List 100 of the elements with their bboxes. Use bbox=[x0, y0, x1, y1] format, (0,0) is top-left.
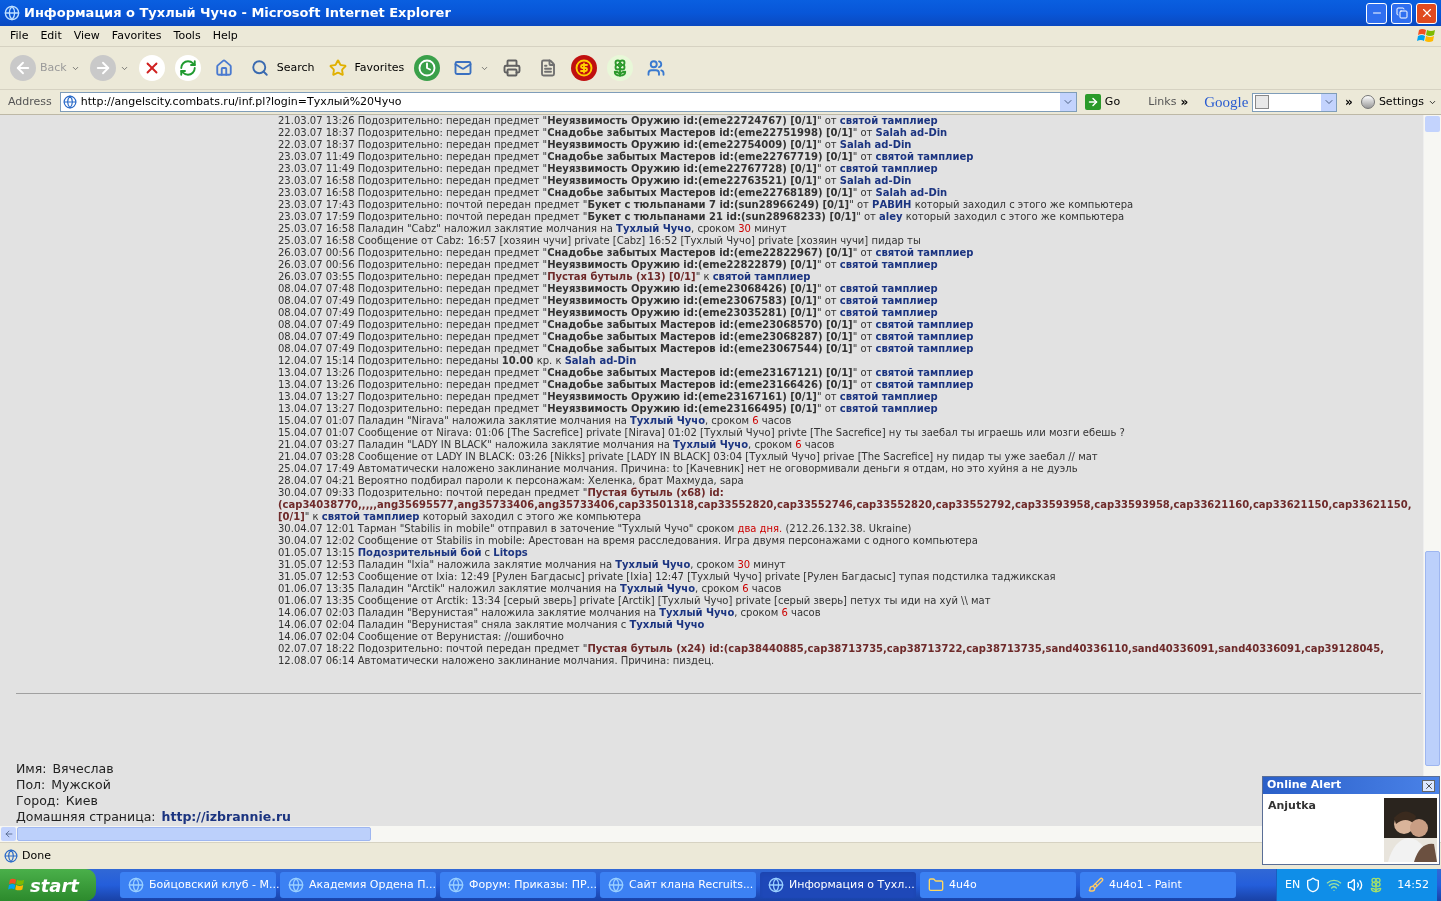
log-entry: 08.04.07 07:48 Подозрительно: передан предмет "Неуязвимость Оружию id:(eme23068426) [0/1]" от святой тамплиер bbox=[278, 283, 938, 295]
search-button[interactable]: Search bbox=[244, 51, 317, 85]
shield-icon[interactable] bbox=[1305, 877, 1322, 893]
history-icon bbox=[414, 55, 441, 81]
player-link[interactable]: святой тамплиер bbox=[839, 403, 938, 414]
log-entry: (cap34038770,,,,,ang35695577,ang35733406,ang35733406,cap33501318,cap33552820,cap33552746,cap33552820,cap33552792,cap33593958,cap33593958,cap33621160,cap33621150,cap33621150, bbox=[278, 499, 1412, 511]
log-entry: 01.06.07 13:35 Сообщение от Arctik: 13:34 [серый зверь] private [Arctik] [Тухлый Чучо] private [серый зверь] петух ты иди на хуй \\ мат bbox=[278, 595, 991, 607]
windows-logo-icon bbox=[1417, 27, 1437, 45]
player-link[interactable]: святой тамплиер bbox=[839, 115, 938, 126]
minimize-button[interactable] bbox=[1366, 2, 1387, 24]
dropdown-button[interactable] bbox=[1321, 93, 1337, 111]
menu-item[interactable]: Edit bbox=[34, 27, 68, 45]
taskbar-item[interactable]: 4u4o1 - Paint bbox=[1080, 872, 1236, 898]
player-link[interactable]: святой тамплиер bbox=[839, 163, 938, 174]
scroll-thumb[interactable] bbox=[17, 827, 371, 841]
forward-icon bbox=[89, 55, 116, 81]
brush-icon bbox=[1088, 877, 1104, 893]
taskbar-item[interactable]: Сайт клана Recruits... bbox=[600, 872, 756, 898]
log-entry: 08.04.07 07:49 Подозрительно: передан предмет "Неуязвимость Оружию id:(eme23035281) [0/1]" от святой тамплиер bbox=[278, 307, 938, 319]
restore-icon bbox=[1395, 7, 1408, 19]
player-link[interactable]: святой тамплиер bbox=[875, 331, 974, 342]
log-entry: 25.04.07 17:49 Автоматически наложено заклинание молчания. Причина: to [Качевник] нет не оговормивали деньги я отдам, но это хуйня а не дуэль bbox=[278, 463, 1078, 475]
taskbar-item[interactable]: Академия Ордена П... bbox=[280, 872, 436, 898]
go-button[interactable]: Go bbox=[1080, 93, 1125, 111]
restore-button[interactable] bbox=[1391, 2, 1412, 24]
player-link[interactable]: святой тамплиер bbox=[875, 379, 974, 390]
player-link[interactable]: святой тамплиер bbox=[875, 151, 974, 162]
settings-button[interactable]: Settings bbox=[1360, 93, 1437, 111]
player-link[interactable]: святой тамплиер bbox=[875, 247, 974, 258]
favorites-button[interactable]: Favorites bbox=[322, 51, 407, 85]
menu-item[interactable]: Help bbox=[206, 27, 244, 45]
links-label[interactable]: Links bbox=[1148, 93, 1177, 111]
player-link[interactable]: святой тамплиер bbox=[839, 307, 938, 318]
log-entry: 21.04.07 03:28 Сообщение от LADY IN BLACK: 03:26 [Nikks] private [LADY IN BLACK] 03:04 [Тухлый Чучо] privae [The Sacrefice] ну пидар ты уже заебал // мат bbox=[278, 451, 1098, 463]
google-logo: Google bbox=[1204, 92, 1249, 112]
chevron-button[interactable]: » bbox=[1180, 93, 1189, 111]
log-entry: 23.03.07 11:49 Подозрительно: передан предмет "Неуязвимость Оружию id:(eme22767728) [0/1]" от святой тамплиер bbox=[278, 163, 938, 175]
player-link[interactable]: РАВИН bbox=[872, 199, 912, 210]
google-search-field[interactable] bbox=[1252, 92, 1338, 112]
network-icon[interactable] bbox=[1326, 877, 1343, 893]
profile-value: Киев bbox=[65, 793, 98, 809]
log-entry: 28.04.07 04:21 Вероятно подбирал пароли к персонажам: Хеленка, брат Махмуда, sapa bbox=[278, 475, 744, 487]
log-entry: 13.04.07 13:26 Подозрительно: передан предмет "Снадобье забытых Мастеров id:(eme23166426) [0/1]" от святой тамплиер bbox=[278, 379, 974, 391]
start-button[interactable]: start bbox=[0, 869, 96, 901]
player-link[interactable]: святой тамплиер bbox=[875, 343, 974, 354]
player-link[interactable]: святой тамплиер bbox=[839, 259, 938, 270]
player-link[interactable]: Salah ad-Din bbox=[564, 355, 637, 366]
player-link[interactable]: Salah ad-Din bbox=[839, 175, 912, 186]
log-entry: 12.08.07 06:14 Автоматически наложено заклинание молчания. Причина: пиздец. bbox=[278, 655, 715, 667]
volume-icon[interactable] bbox=[1347, 877, 1364, 893]
vertical-scrollbar[interactable] bbox=[1423, 115, 1441, 826]
player-link[interactable]: святой тамплиер bbox=[839, 283, 938, 294]
chevron-button[interactable]: » bbox=[1345, 93, 1353, 111]
log-entry: 30.04.07 12:01 Тарман "Stabilis in mobile" отправил в заточение "Тухлый Чучо" сроком два дня. (212.26.132.38. Ukraine) bbox=[278, 523, 912, 535]
log-entry: 31.05.07 12:53 Паладин "Ixia" наложила заклятие молчания на Тухлый Чучо, сроком 30 минут bbox=[278, 559, 786, 571]
player-link[interactable]: Тухлый Чучо bbox=[629, 619, 705, 630]
player-link[interactable]: святой тамплиер bbox=[839, 391, 938, 402]
player-link[interactable]: Тухлый Чучо bbox=[630, 415, 705, 426]
log-entry: 25.03.07 16:58 Паладин "Cabz" наложил заклятие молчания на Тухлый Чучо, сроком 30 минут bbox=[278, 223, 787, 235]
taskbar-item[interactable]: 4u4o bbox=[920, 872, 1076, 898]
homepage-link[interactable]: http://izbrannie.ru bbox=[161, 809, 291, 825]
browser-icon bbox=[128, 877, 144, 893]
player-link[interactable]: святой тамплиер bbox=[321, 511, 420, 522]
stop-icon bbox=[138, 55, 165, 81]
taskbar-item[interactable]: Форум: Приказы: ПР... bbox=[440, 872, 596, 898]
alert-title: Online Alert bbox=[1267, 777, 1342, 794]
player-link[interactable]: Salah ad-Din bbox=[875, 127, 948, 138]
player-link[interactable]: aley bbox=[879, 211, 903, 222]
log-entry: 23.03.07 17:59 Подозрительно: почтой передан предмет "Букет с тюльпанами 21 id:(sun28968233) [0/1]" от aley который заходил с этого же компьютера bbox=[278, 211, 1125, 223]
browser-icon bbox=[768, 877, 784, 893]
browser-icon bbox=[608, 877, 624, 893]
player-link[interactable]: Litops bbox=[493, 547, 528, 558]
player-link[interactable]: святой тамплиер bbox=[875, 319, 974, 330]
close-icon bbox=[1423, 780, 1434, 791]
page-icon bbox=[4, 849, 18, 863]
log-entry: 01.05.07 13:15 Подозрительный бой с Litops bbox=[278, 547, 528, 559]
fight-link[interactable]: Подозрительный бой bbox=[357, 547, 482, 558]
scroll-thumb[interactable] bbox=[1425, 551, 1440, 766]
profile-label: Город: bbox=[16, 793, 60, 809]
player-link[interactable]: Salah ad-Din bbox=[839, 139, 912, 150]
scroll-left-button[interactable] bbox=[1, 827, 16, 841]
log-entry: 22.03.07 18:37 Подозрительно: передан предмет "Неуязвимость Оружию id:(eme22754009) [0/1]" от Salah ad-Din bbox=[278, 139, 912, 151]
dropdown-button[interactable] bbox=[1059, 93, 1076, 111]
log-entry: 21.03.07 13:26 Подозрительно: передан предмет "Неуязвимость Оружию id:(eme22724767) [0/1]" от святой тамплиер bbox=[278, 115, 938, 127]
log-entry: 23.03.07 17:43 Подозрительно: почтой передан предмет "Букет с тюльпанами 7 id:(sun28966249) [0/1]" от РАВИН который заходил с этого же компьютера bbox=[278, 199, 1134, 211]
log-entry: [0/1]" к святой тамплиер который заходил с этого же компьютера bbox=[278, 511, 642, 523]
log-entry: 23.03.07 16:58 Подозрительно: передан предмет "Неуязвимость Оружию id:(eme22763521) [0/1]" от Salah ad-Din bbox=[278, 175, 912, 187]
player-link[interactable]: святой тамплиер bbox=[712, 271, 811, 282]
menu-item[interactable]: File bbox=[4, 27, 35, 45]
log-entry: 12.04.07 15:14 Подозрительно: переданы 10.00 кр. к Salah ad-Din bbox=[278, 355, 637, 367]
close-button[interactable] bbox=[1422, 779, 1435, 792]
menu-item[interactable]: Tools bbox=[167, 27, 207, 45]
player-link[interactable]: святой тамплиер bbox=[875, 367, 974, 378]
taskbar-item[interactable]: Информация о Тухл... bbox=[760, 872, 916, 898]
player-link[interactable]: Salah ad-Din bbox=[875, 187, 948, 198]
address-field[interactable]: http://angelscity.combats.ru/inf.pl?login=Тухлый%20Чучо bbox=[59, 92, 1077, 112]
menu-item[interactable]: View bbox=[67, 27, 106, 45]
folder-icon bbox=[928, 877, 944, 893]
menu-item[interactable]: Favorites bbox=[105, 27, 168, 45]
player-link[interactable]: святой тамплиер bbox=[839, 295, 938, 306]
